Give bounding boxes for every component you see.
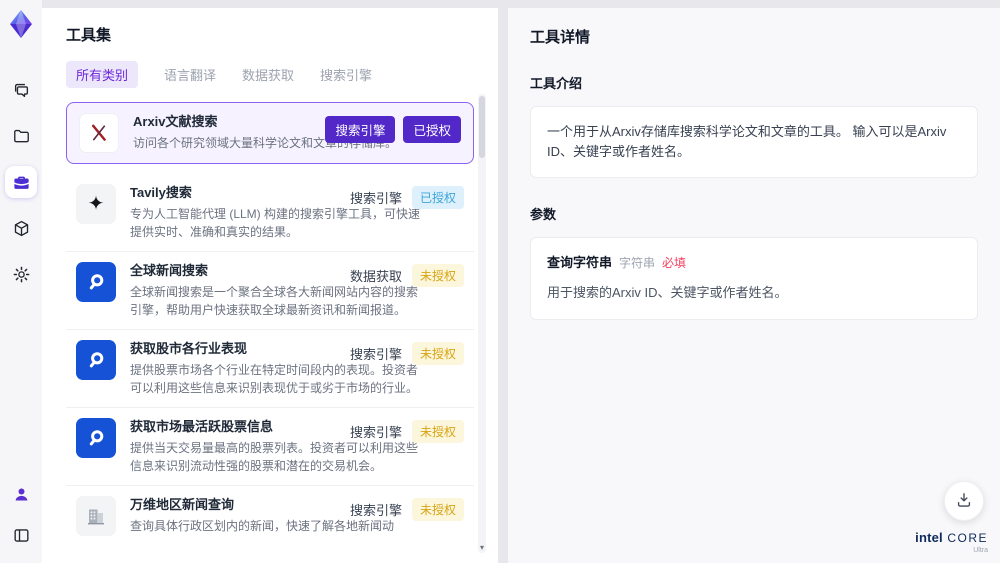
category-tag: 搜索引擎: [349, 425, 402, 440]
download-button[interactable]: [944, 481, 984, 521]
tab-3[interactable]: 搜索引擎: [320, 61, 372, 88]
sidebar-item-cube[interactable]: [5, 212, 37, 244]
tool-description: 全球新闻搜索是一个聚合全球各大新闻网站内容的搜索引擎，帮助用户快速获取全球最新资…: [130, 285, 419, 317]
tool-card[interactable]: 获取市场最活跃股票信息 提供当天交易量最高的股票列表。投资者可以利用这些信息来识…: [66, 407, 474, 485]
params-heading: 参数: [530, 207, 557, 223]
sidebar-bottom: [5, 478, 37, 551]
sidebar-item-folder[interactable]: [5, 120, 37, 152]
download-icon: [954, 490, 974, 513]
sidebar-item-user[interactable]: [5, 478, 37, 510]
pin-icon: [76, 262, 116, 302]
category-tabs: 所有类别 语言翻译 数据获取 搜索引擎: [66, 61, 474, 88]
intro-heading: 工具介绍: [530, 76, 583, 91]
tool-description: 专为人工智能代理 (LLM) 构建的搜索引擎工具，可快速提供实时、准确和真实的结…: [130, 207, 421, 239]
sidebar-item-chat[interactable]: [5, 74, 37, 106]
auth-badge: 未授权: [411, 342, 464, 365]
details-panel: 工具详情 工具介绍 一个用于从Arxiv存储库搜索科学论文和文章的工具。 输入可…: [508, 8, 1000, 563]
param-description: 用于搜索的Arxiv ID、关键字或作者姓名。: [547, 285, 788, 301]
tool-description: 提供股票市场各个行业在特定时间段内的表现。投资者可以利用这些信息来识别表现优于或…: [130, 363, 419, 395]
list-scrollbar[interactable]: ▾: [478, 94, 486, 553]
sidebar-item-settings[interactable]: [5, 258, 37, 290]
intel-core-logo: intel core Ultra: [915, 529, 988, 555]
tool-card[interactable]: Arxiv文献搜索 访问各个研究领域大量科学论文和文章的存储库。 搜索引擎 已授…: [66, 102, 474, 164]
tool-card[interactable]: ✦ Tavily搜索 专为人工智能代理 (LLM) 构建的搜索引擎工具，可快速提…: [66, 174, 474, 251]
intro-box: 一个用于从Arxiv存储库搜索科学论文和文章的工具。 输入可以是Arxiv ID…: [530, 106, 978, 179]
pin-icon: [76, 418, 116, 458]
arxiv-icon: [79, 113, 119, 153]
sparkle-icon: ✦: [76, 184, 116, 224]
category-tag: 搜索引擎: [349, 347, 402, 362]
scrollbar-down-arrow[interactable]: ▾: [478, 543, 486, 553]
param-required-badge: 必填: [662, 256, 687, 271]
tool-card[interactable]: 全球新闻搜索 全球新闻搜索是一个聚合全球各大新闻网站内容的搜索引擎，帮助用户快速…: [66, 251, 474, 329]
param-name: 查询字符串: [547, 255, 613, 271]
sidebar-nav: [5, 74, 37, 304]
sidebar-item-tools[interactable]: [5, 166, 37, 198]
tab-1[interactable]: 语言翻译: [164, 61, 216, 88]
ultra-wordmark: Ultra: [973, 547, 988, 555]
sidebar: [0, 0, 42, 563]
chat-icon: [12, 81, 31, 100]
category-tag: 搜索引擎: [325, 116, 396, 143]
building-icon: [76, 496, 116, 536]
user-icon: [12, 485, 31, 504]
category-tag: 搜索引擎: [349, 503, 402, 518]
app-root: 工具集 所有类别 语言翻译 数据获取 搜索引擎 Arxiv文献搜索 访问各个研究领域大…: [0, 0, 1000, 563]
category-tag: 数据获取: [349, 269, 402, 284]
tab-0[interactable]: 所有类别: [66, 61, 139, 88]
auth-badge: 未授权: [411, 498, 464, 521]
category-tag: 搜索引擎: [349, 191, 402, 206]
folder-icon: [12, 127, 31, 146]
param-box: 查询字符串 字符串 必填 用于搜索的Arxiv ID、关键字或作者姓名。: [530, 237, 978, 320]
tool-card[interactable]: 万维地区新闻查询 查询具体行政区划内的新闻，快速了解各地新闻动 搜索引擎 未授权: [66, 485, 474, 546]
briefcase-icon: [12, 173, 31, 192]
auth-badge: 未授权: [411, 264, 464, 287]
pin-icon: [76, 340, 116, 380]
tool-card[interactable]: 获取股市各行业表现 提供股票市场各个行业在特定时间段内的表现。投资者可以利用这些…: [66, 329, 474, 407]
param-header: 查询字符串 字符串 必填: [547, 253, 961, 273]
details-title: 工具详情: [530, 29, 591, 46]
intel-wordmark: intel: [915, 529, 943, 545]
scrollbar-thumb[interactable]: [479, 96, 485, 158]
tool-list: Arxiv文献搜索 访问各个研究领域大量科学论文和文章的存储库。 搜索引擎 已授…: [66, 102, 474, 546]
auth-badge: 已授权: [403, 116, 461, 143]
gear-icon: [12, 265, 31, 284]
auth-badge: 已授权: [411, 186, 464, 209]
cube-icon: [12, 219, 31, 238]
sidebar-item-panel-toggle[interactable]: [5, 519, 37, 551]
intro-text: 一个用于从Arxiv存储库搜索科学论文和文章的工具。 输入可以是Arxiv ID…: [547, 124, 947, 160]
app-logo-icon[interactable]: [5, 8, 37, 40]
tools-panel: 工具集 所有类别 语言翻译 数据获取 搜索引擎 Arxiv文献搜索 访问各个研究领域大…: [42, 8, 498, 563]
tab-2[interactable]: 数据获取: [242, 61, 294, 88]
param-type: 字符串: [619, 256, 656, 271]
auth-badge: 未授权: [411, 420, 464, 443]
panel-toggle-icon: [12, 526, 31, 545]
page-title: 工具集: [66, 27, 112, 44]
core-wordmark: core: [947, 530, 988, 545]
tool-description: 提供当天交易量最高的股票列表。投资者可以利用这些信息来识别流动性强的股票和潜在的…: [130, 441, 419, 473]
